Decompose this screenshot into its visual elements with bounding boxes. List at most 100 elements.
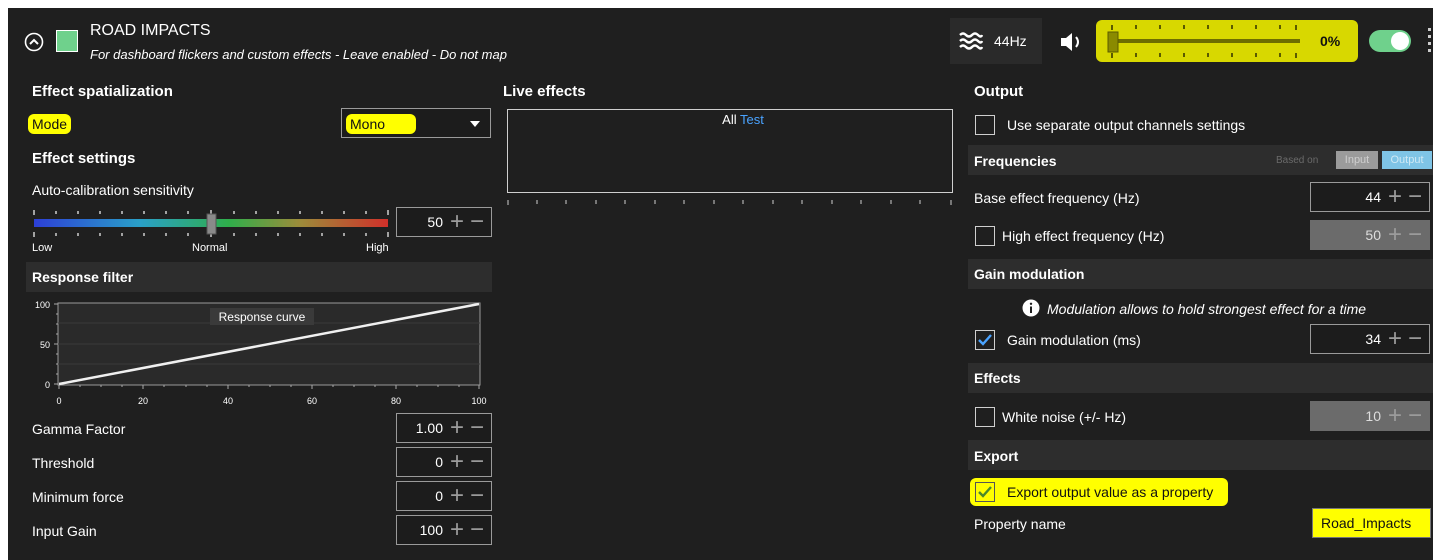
x-tick-20: 20 — [138, 396, 148, 406]
base-freq-stepper[interactable]: 44 + − — [1310, 182, 1430, 212]
live-effects-filter[interactable]: All Test — [698, 112, 788, 130]
checkmark-icon — [978, 486, 992, 498]
threshold-value: 0 — [435, 454, 443, 470]
info-icon — [1022, 299, 1040, 317]
decrement-button[interactable]: − — [467, 210, 487, 234]
gamma-value: 1.00 — [415, 420, 443, 436]
separate-channels-checkbox[interactable] — [975, 115, 995, 135]
increment-button[interactable]: + — [447, 450, 467, 474]
calibration-slider[interactable] — [32, 208, 392, 244]
checkmark-icon — [978, 334, 992, 346]
gain-mod-heading: Gain modulation — [974, 266, 1085, 282]
slider-high-label: High — [366, 242, 389, 254]
decrement-button[interactable]: − — [1405, 404, 1425, 428]
input-gain-label: Input Gain — [32, 523, 97, 539]
decrement-button[interactable]: − — [1405, 185, 1425, 209]
gain-mod-label: Gain modulation (ms) — [1007, 332, 1141, 348]
calibration-label: Auto-calibration sensitivity — [32, 182, 194, 198]
decrement-button[interactable]: − — [1405, 327, 1425, 351]
high-freq-stepper[interactable]: 50 + − — [1310, 220, 1430, 250]
property-name-label: Property name — [974, 516, 1066, 532]
x-tick-40: 40 — [223, 396, 233, 406]
output-heading: Output — [974, 83, 1024, 100]
mode-dropdown-value: Mono — [346, 114, 416, 134]
export-checkbox[interactable] — [975, 482, 995, 502]
live-effects-axis — [507, 193, 953, 205]
min-force-value: 0 — [435, 488, 443, 504]
input-gain-stepper[interactable]: 100 + − — [396, 515, 492, 545]
y-tick-100: 100 — [35, 300, 50, 310]
property-name-field[interactable]: Road_Impacts — [1312, 508, 1431, 538]
x-tick-80: 80 — [391, 396, 401, 406]
calibration-stepper[interactable]: 50 + − — [396, 207, 492, 237]
speaker-icon — [1061, 33, 1079, 51]
white-noise-label: White noise (+/- Hz) — [1002, 409, 1127, 425]
export-bar — [968, 440, 1433, 470]
based-on-input-button[interactable]: Input — [1336, 151, 1378, 169]
spatialization-heading: Effect spatialization — [32, 83, 173, 100]
based-on-output-button[interactable]: Output — [1382, 151, 1432, 169]
volume-percent: 0% — [1320, 33, 1341, 49]
white-noise-checkbox[interactable] — [975, 407, 995, 427]
caret-down-icon — [470, 121, 480, 127]
decrement-button[interactable]: − — [467, 518, 487, 542]
x-tick-100: 100 — [471, 396, 486, 406]
volume-slider[interactable]: 0% — [1096, 20, 1358, 62]
base-freq-value: 44 — [1365, 189, 1381, 205]
min-force-label: Minimum force — [32, 489, 124, 505]
color-swatch[interactable] — [56, 30, 78, 52]
volume-slider-ticks — [1107, 25, 1300, 58]
gamma-stepper[interactable]: 1.00 + − — [396, 413, 492, 443]
calibration-slider-track — [33, 210, 389, 237]
filter-all[interactable]: All — [722, 112, 736, 127]
effects-heading: Effects — [974, 370, 1021, 386]
gain-mod-stepper[interactable]: 34 + − — [1310, 324, 1430, 354]
toggle-knob — [1391, 32, 1409, 50]
x-tick-0: 0 — [56, 396, 61, 406]
response-curve-chart[interactable]: Response curve 100 50 0 0 20 40 60 80 10… — [26, 298, 492, 412]
frequencies-heading: Frequencies — [974, 153, 1057, 169]
increment-button[interactable]: + — [1385, 185, 1405, 209]
collapse-button[interactable] — [24, 32, 44, 52]
live-effects-heading: Live effects — [503, 83, 586, 100]
response-curve-label: Response curve — [219, 310, 306, 324]
decrement-button[interactable]: − — [467, 450, 487, 474]
effect-settings-heading: Effect settings — [32, 150, 136, 167]
separate-channels-label: Use separate output channels settings — [1007, 117, 1246, 133]
base-freq-label: Base effect frequency (Hz) — [974, 190, 1140, 206]
enable-toggle[interactable] — [1369, 30, 1411, 52]
mode-label: Mode — [28, 114, 72, 134]
property-name-value: Road_Impacts — [1321, 515, 1412, 531]
increment-button[interactable]: + — [1385, 404, 1405, 428]
white-noise-stepper[interactable]: 10 + − — [1310, 401, 1430, 431]
decrement-button[interactable]: − — [467, 416, 487, 440]
effect-subtitle: For dashboard flickers and custom effect… — [90, 47, 507, 62]
calibration-value: 50 — [427, 214, 443, 230]
chevron-up-circle-icon — [24, 32, 44, 52]
min-force-stepper[interactable]: 0 + − — [396, 481, 492, 511]
high-freq-value: 50 — [1365, 227, 1381, 243]
increment-button[interactable]: + — [447, 416, 467, 440]
frequency-badge[interactable]: 44Hz — [950, 18, 1042, 64]
decrement-button[interactable]: − — [1405, 223, 1425, 247]
increment-button[interactable]: + — [1385, 327, 1405, 351]
increment-button[interactable]: + — [447, 518, 467, 542]
increment-button[interactable]: + — [447, 210, 467, 234]
frequency-value: 44Hz — [994, 33, 1027, 49]
threshold-label: Threshold — [32, 455, 95, 471]
gain-mod-checkbox[interactable] — [975, 330, 995, 350]
filter-test[interactable]: Test — [740, 112, 764, 127]
decrement-button[interactable]: − — [467, 484, 487, 508]
y-tick-0: 0 — [45, 380, 50, 390]
calibration-slider-thumb — [206, 213, 217, 235]
increment-button[interactable]: + — [1385, 223, 1405, 247]
increment-button[interactable]: + — [447, 484, 467, 508]
response-filter-heading: Response filter — [32, 269, 134, 285]
export-checkbox-label: Export output value as a property — [1007, 484, 1214, 500]
volume-icon-button[interactable] — [1058, 30, 1086, 54]
high-freq-checkbox[interactable] — [975, 226, 995, 246]
gain-mod-info: Modulation allows to hold strongest effe… — [1047, 301, 1367, 317]
more-options-icon[interactable] — [1428, 28, 1432, 54]
mode-dropdown[interactable]: Mono — [341, 108, 491, 138]
threshold-stepper[interactable]: 0 + − — [396, 447, 492, 477]
